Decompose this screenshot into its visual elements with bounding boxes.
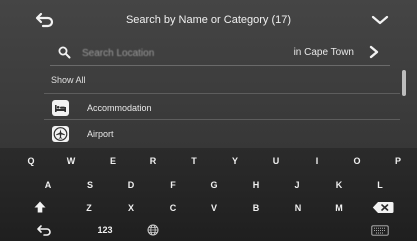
key-o[interactable]: O [347, 153, 367, 169]
chevron-down-icon[interactable] [370, 12, 390, 28]
shift-icon[interactable] [33, 200, 47, 214]
key-j[interactable]: J [287, 177, 307, 193]
airport-label: Airport [87, 129, 114, 139]
key-z[interactable]: Z [79, 200, 99, 216]
chevron-right-icon[interactable] [368, 45, 380, 59]
list-item-accommodation[interactable]: Accommodation [44, 96, 400, 120]
key-h[interactable]: H [246, 177, 266, 193]
key-k[interactable]: K [329, 177, 349, 193]
backspace-icon[interactable] [372, 201, 394, 214]
page-title: Search by Name or Category (17) [125, 14, 292, 26]
key-f[interactable]: F [163, 177, 183, 193]
key-s[interactable]: S [80, 177, 100, 193]
search-location-label[interactable]: in Cape Town [294, 47, 354, 58]
key-i[interactable]: I [307, 153, 327, 169]
key-c[interactable]: C [163, 200, 183, 216]
key-m[interactable]: M [329, 200, 349, 216]
key-a[interactable]: A [38, 177, 58, 193]
navigation-search-screen: Search by Name or Category (17) in Cape … [0, 0, 417, 241]
key-y[interactable]: Y [225, 153, 245, 169]
key-g[interactable]: G [204, 177, 224, 193]
accommodation-label: Accommodation [87, 103, 152, 113]
key-n[interactable]: N [288, 200, 308, 216]
key-l[interactable]: L [370, 177, 390, 193]
search-icon [58, 46, 71, 59]
search-bar: in Cape Town [50, 38, 390, 66]
divider [44, 93, 400, 94]
header: Search by Name or Category (17) [0, 0, 417, 40]
category-list: Show All Accommodation Airport [44, 70, 400, 148]
on-screen-keyboard: Q W E R T Y U I O P A S D F G H J K L Z … [0, 148, 417, 241]
key-q[interactable]: Q [21, 153, 41, 169]
return-icon[interactable] [36, 224, 52, 236]
space-icon[interactable] [178, 227, 338, 237]
search-input[interactable] [80, 44, 234, 62]
key-v[interactable]: V [204, 200, 224, 216]
key-t[interactable]: T [184, 153, 204, 169]
airplane-icon [52, 126, 69, 142]
key-p[interactable]: P [388, 153, 408, 169]
numbers-key[interactable]: 123 [91, 222, 119, 238]
key-d[interactable]: D [121, 177, 141, 193]
list-item-airport[interactable]: Airport [44, 122, 400, 146]
list-scrollbar[interactable] [402, 70, 406, 96]
bed-icon [52, 100, 69, 116]
list-item-show-all[interactable]: Show All [44, 70, 400, 94]
keyboard-hide-icon[interactable] [371, 225, 389, 236]
key-u[interactable]: U [266, 153, 286, 169]
key-x[interactable]: X [121, 200, 141, 216]
search-underline [50, 65, 390, 66]
key-e[interactable]: E [103, 153, 123, 169]
key-r[interactable]: R [143, 153, 163, 169]
show-all-label: Show All [51, 75, 86, 85]
divider [44, 119, 400, 120]
key-b[interactable]: B [246, 200, 266, 216]
globe-icon[interactable] [147, 224, 159, 236]
key-w[interactable]: W [61, 153, 81, 169]
